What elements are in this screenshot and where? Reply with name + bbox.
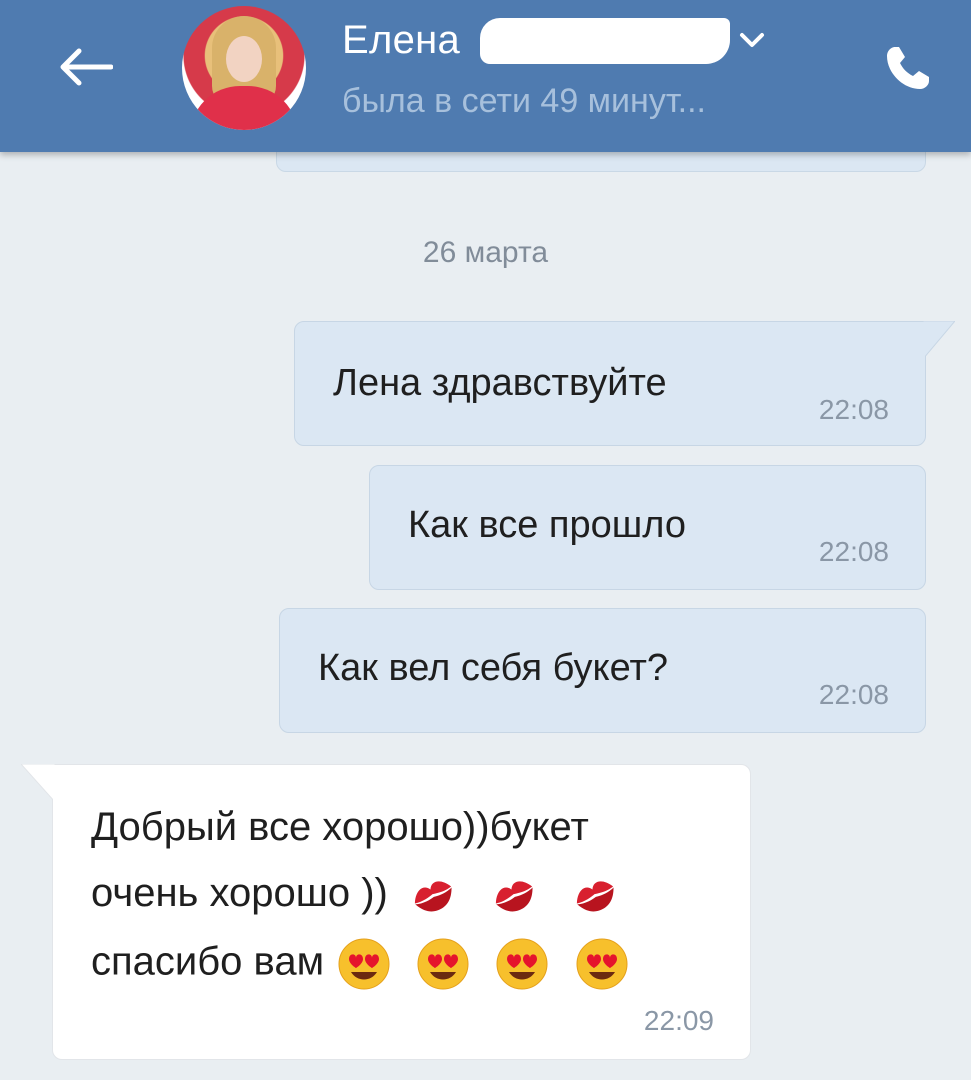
back-button[interactable] (50, 36, 120, 98)
kiss-mark-icon (414, 881, 452, 912)
message-bubble-outgoing[interactable]: Лена здравствуйте 22:08 (294, 321, 955, 446)
contact-name[interactable]: Елена (342, 18, 460, 63)
bubble-tail (923, 321, 955, 360)
arrow-left-icon (60, 48, 113, 86)
date-separator: 26 марта (0, 236, 971, 270)
message-line: очень хорошо )) (91, 871, 619, 916)
message-time: 22:08 (818, 679, 889, 710)
message-time: 22:08 (818, 394, 889, 425)
avatar-jacket (190, 86, 298, 130)
kiss-mark-icon (495, 881, 533, 912)
message-bubble-outgoing[interactable]: Как все прошло 22:08 (369, 465, 926, 590)
message-time: 22:08 (818, 536, 889, 567)
message-line: спасибо вам (91, 937, 629, 991)
redaction-mark (480, 18, 730, 64)
heart-eyes-icon (417, 938, 469, 990)
date-separator-label: 26 марта (422, 236, 549, 269)
chat-screen: Елена была в сети 49 минут... 26 марта Л… (0, 0, 971, 1080)
message-text: Лена здравствуйте (333, 362, 667, 404)
message-bubble-outgoing[interactable]: Как вел себя букет? 22:08 (279, 608, 926, 733)
message-text: очень хорошо )) (91, 871, 388, 915)
avatar-face (226, 36, 262, 82)
message-bubble-incoming[interactable]: Добрый все хорошо))букет очень хорошо )) (21, 764, 751, 1060)
message-time: 22:09 (643, 1005, 714, 1036)
avatar[interactable] (182, 6, 306, 130)
message-text: спасибо вам (91, 939, 325, 984)
chevron-down-icon[interactable] (738, 28, 766, 52)
heart-eyes-icon (338, 938, 390, 990)
contact-status: была в сети 49 минут... (342, 82, 706, 120)
message-text: Добрый все хорошо))букет (91, 805, 589, 849)
bubble-tail (21, 764, 55, 803)
message-text: Как все прошло (408, 504, 686, 546)
phone-icon (887, 47, 929, 89)
heart-eyes-icon (576, 938, 628, 990)
message-line: Добрый все хорошо))букет (91, 805, 589, 850)
call-button[interactable] (876, 38, 940, 98)
chat-header: Елена была в сети 49 минут... (0, 0, 971, 152)
kiss-mark-icon (577, 881, 614, 912)
heart-eyes-icon (496, 938, 548, 990)
message-text: Как вел себя букет? (318, 647, 668, 689)
